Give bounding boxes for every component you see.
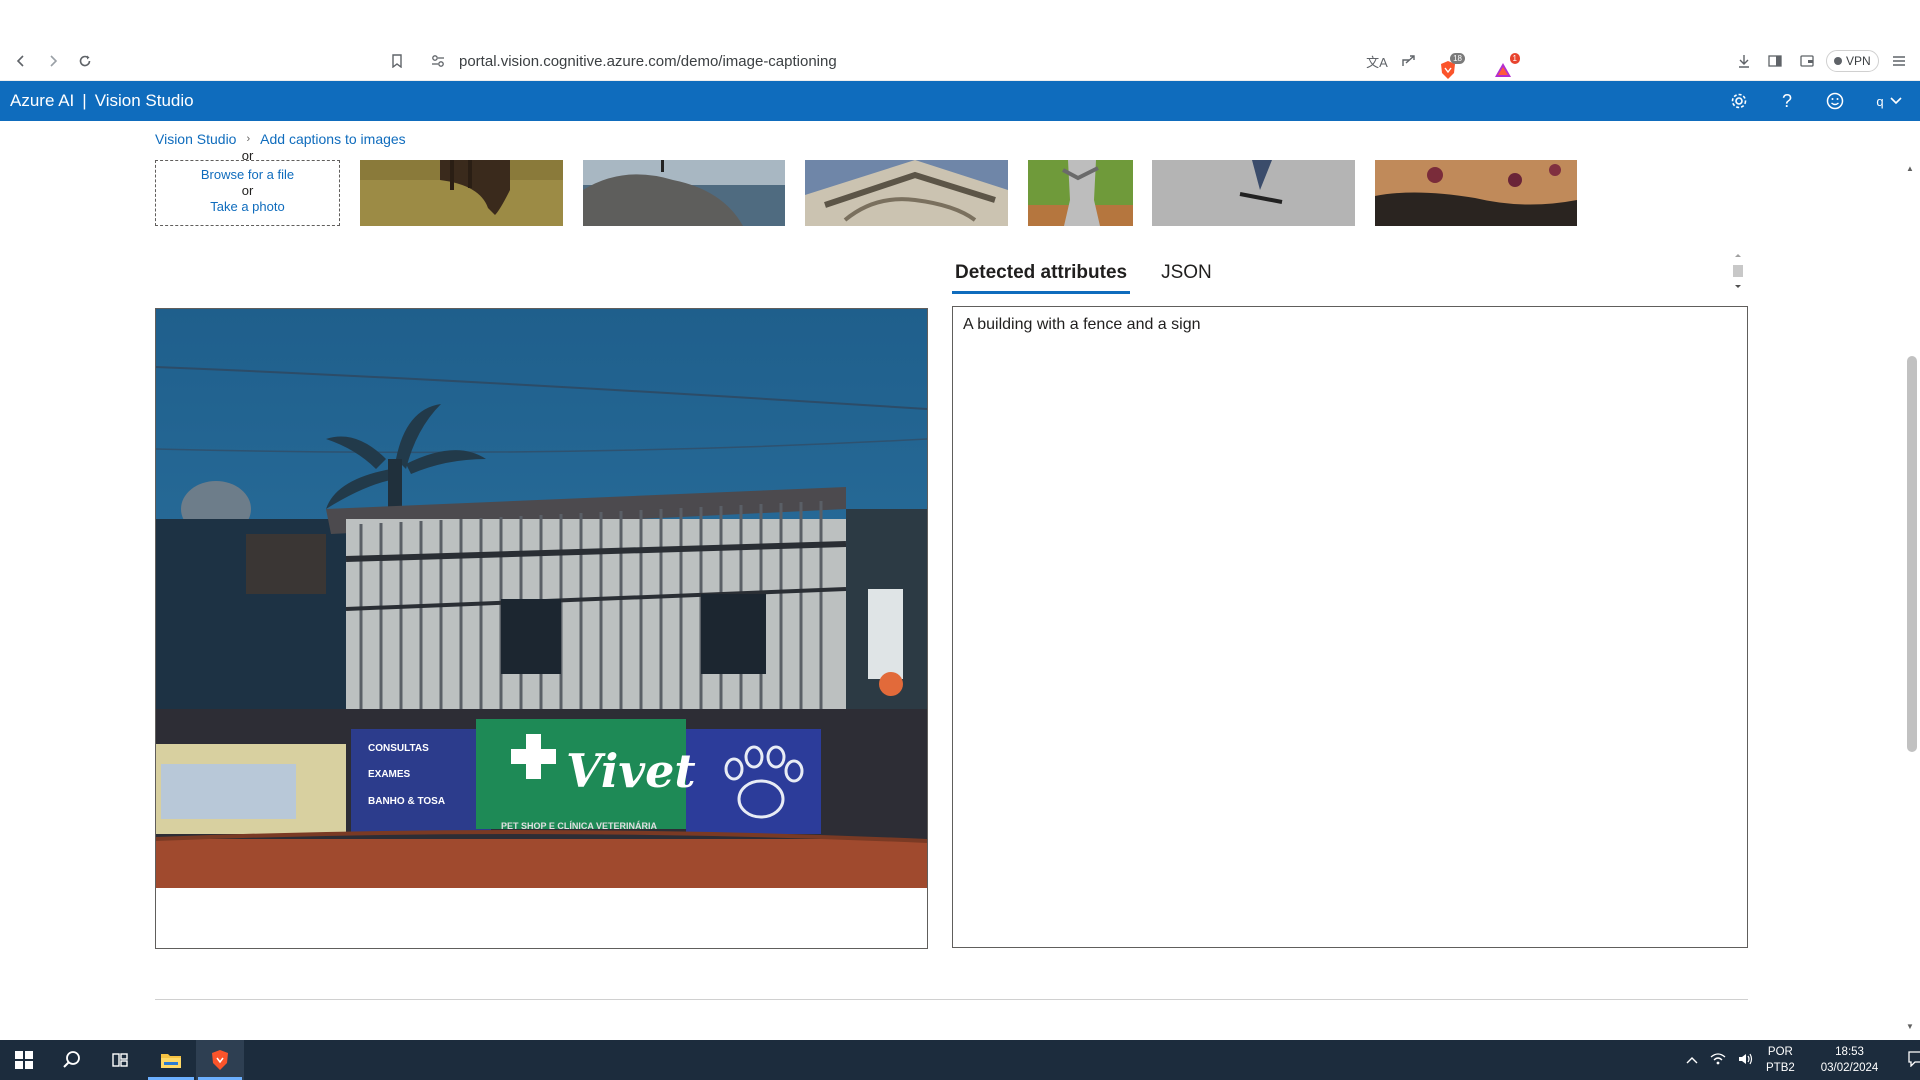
sign-footer: PET SHOP E CLÍNICA VETERINÁRIA: [501, 821, 658, 831]
page-scrollbar[interactable]: ▲ ▼: [1902, 162, 1920, 1034]
page-scrollbar-thumb[interactable]: [1907, 356, 1917, 752]
scroll-up-arrow-icon[interactable]: ▲: [1906, 164, 1914, 173]
sample-image-baseball[interactable]: [1028, 160, 1133, 226]
sign-brand: Vivet: [566, 744, 696, 798]
bookmark-icon[interactable]: [386, 50, 408, 72]
search-icon[interactable]: [48, 1040, 96, 1080]
lang-line1: POR: [1767, 1046, 1793, 1058]
lang-line2: PTB2: [1766, 1062, 1795, 1074]
vpn-status-icon: [1834, 57, 1842, 65]
address-bar[interactable]: portal.vision.cognitive.azure.com/demo/i…: [420, 48, 837, 74]
sample-image-rock[interactable]: [583, 160, 785, 226]
upload-or: or: [241, 183, 254, 198]
account-avatar: q: [1876, 93, 1884, 109]
tab-detected-attributes[interactable]: Detected attributes: [952, 258, 1131, 294]
menu-icon[interactable]: [1888, 50, 1910, 72]
uploaded-image: CONSULTAS EXAMES BANHO & TOSA Vivet PET …: [156, 309, 927, 888]
sample-image-cow[interactable]: [360, 160, 563, 226]
detected-attributes-panel: A building with a fence and a sign: [952, 306, 1748, 948]
upload-or-top: or: [241, 152, 254, 160]
clock[interactable]: 18:53 03/02/2024: [1821, 1044, 1879, 1076]
file-explorer-icon[interactable]: [146, 1040, 196, 1080]
scroll-down-arrow-icon[interactable]: ▼: [1906, 1022, 1914, 1031]
brave-browser-taskbar-icon[interactable]: [196, 1040, 244, 1080]
back-icon[interactable]: [10, 50, 32, 72]
site-settings-icon[interactable]: [430, 53, 446, 74]
brand-product: Vision Studio: [94, 91, 194, 110]
account-menu[interactable]: q: [1864, 90, 1914, 112]
sample-image-building-facade[interactable]: [805, 160, 1008, 226]
sample-image-food[interactable]: [1375, 160, 1577, 226]
vpn-button[interactable]: VPN: [1826, 50, 1879, 72]
clock-time: 18:53: [1835, 1046, 1864, 1058]
browser-toolbar: portal.vision.cognitive.azure.com/demo/i…: [0, 40, 1920, 81]
translate-icon[interactable]: 文A: [1366, 50, 1388, 72]
sidebar-toggle-icon[interactable]: [1764, 50, 1786, 72]
share-icon[interactable]: [1398, 50, 1420, 72]
image-preview-panel: CONSULTAS EXAMES BANHO & TOSA Vivet PET …: [155, 308, 928, 949]
caption-result: A building with a fence and a sign: [963, 316, 1201, 333]
url-text[interactable]: portal.vision.cognitive.azure.com/demo/i…: [459, 53, 837, 70]
brand-azure-ai: Azure AI: [10, 91, 75, 110]
reload-icon[interactable]: [74, 50, 96, 72]
downloads-icon[interactable]: [1733, 50, 1755, 72]
tabs-scroll-control[interactable]: [1730, 251, 1746, 293]
sign-item-exames: EXAMES: [368, 769, 411, 780]
sign-item-consultas: CONSULTAS: [368, 743, 429, 754]
section-divider: [155, 999, 1748, 1000]
feedback-smiley-icon[interactable]: [1823, 90, 1847, 112]
shields-count: 18: [1450, 53, 1465, 64]
windows-taskbar: POR PTB2 18:53 03/02/2024: [0, 1040, 1920, 1080]
sample-image-skateboard[interactable]: [1152, 160, 1355, 226]
chevron-down-icon: [1890, 97, 1902, 105]
volume-icon[interactable]: [1738, 1052, 1754, 1069]
clock-date: 03/02/2024: [1820, 1062, 1879, 1074]
tray-expand-icon[interactable]: [1686, 1053, 1698, 1067]
brave-rewards-icon[interactable]: 1: [1492, 53, 1520, 81]
breadcrumb-add-captions[interactable]: Add captions to images: [260, 131, 406, 147]
wifi-icon[interactable]: [1710, 1052, 1726, 1069]
settings-gear-icon[interactable]: [1727, 90, 1751, 112]
rewards-count: 1: [1509, 53, 1520, 64]
help-icon[interactable]: ?: [1775, 90, 1799, 112]
breadcrumb-vision-studio[interactable]: Vision Studio: [155, 131, 236, 147]
forward-icon[interactable]: [42, 50, 64, 72]
chevron-right-icon: ›: [246, 133, 251, 145]
task-view-icon[interactable]: [96, 1040, 144, 1080]
brand[interactable]: Azure AI | Vision Studio: [10, 91, 194, 111]
browse-file-link[interactable]: Browse for a file: [156, 167, 339, 183]
take-photo-link[interactable]: Take a photo: [156, 199, 339, 215]
breadcrumb: Vision Studio › Add captions to images: [155, 131, 406, 147]
result-tabs: Detected attributes JSON: [952, 258, 1215, 294]
app-header: Azure AI | Vision Studio ? q: [0, 81, 1920, 121]
notifications-icon[interactable]: [1908, 1050, 1920, 1070]
brand-separator: |: [82, 91, 87, 110]
input-language-indicator[interactable]: POR PTB2: [1766, 1044, 1795, 1076]
windows-start-icon[interactable]: [0, 1040, 48, 1080]
wallet-icon[interactable]: [1796, 50, 1818, 72]
sign-item-banho-tosa: BANHO & TOSA: [368, 796, 445, 807]
brave-shields-icon[interactable]: 18: [1437, 53, 1465, 81]
vpn-label: VPN: [1846, 54, 1871, 68]
window-top-strip: [0, 0, 1920, 40]
system-tray: POR PTB2 18:53 03/02/2024: [1686, 1040, 1920, 1080]
tab-json[interactable]: JSON: [1158, 258, 1215, 294]
upload-drop-zone[interactable]: or Browse for a file or Take a photo: [155, 152, 340, 226]
